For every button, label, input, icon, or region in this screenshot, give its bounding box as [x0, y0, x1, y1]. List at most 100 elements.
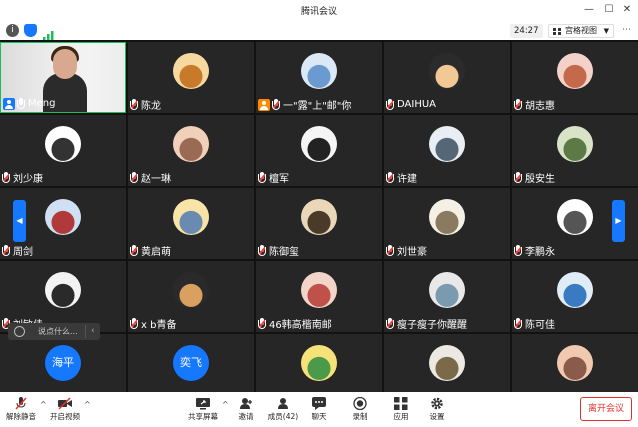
- settings-button[interactable]: 设置: [420, 395, 454, 425]
- participant-name: 许建: [397, 174, 417, 185]
- participant-name: DAIHUA: [397, 99, 436, 110]
- share-screen-icon: [196, 395, 210, 410]
- leave-meeting-button[interactable]: 离开会议: [580, 397, 632, 421]
- view-mode-button[interactable]: 宫格视图 ▼: [548, 24, 614, 38]
- members-button[interactable]: 成员(42): [266, 395, 300, 425]
- participant-label: DAIHUA: [386, 98, 436, 111]
- chat-placeholder: 说点什么...: [38, 327, 78, 336]
- mic-muted-icon: [514, 245, 522, 256]
- participant-label: 陈龙: [130, 98, 161, 112]
- mic-muted-icon: [258, 245, 266, 256]
- participant-tile[interactable]: 刘少康: [0, 115, 126, 186]
- avatar: [557, 272, 593, 308]
- participant-tile[interactable]: 胡志惠: [512, 42, 638, 113]
- close-icon[interactable]: ✕: [620, 3, 634, 17]
- apps-icon: [394, 395, 408, 410]
- participant-name: 46韩高楷南邮: [269, 320, 332, 331]
- participant-tile[interactable]: 一"露"上"邮"你: [256, 42, 382, 113]
- participant-tile[interactable]: x b青备: [128, 261, 254, 332]
- avatar: [45, 199, 81, 235]
- next-page-arrow-icon[interactable]: ▶: [612, 200, 625, 242]
- participant-tile[interactable]: 赵一琳: [128, 115, 254, 186]
- participant-label: 周剑: [2, 244, 33, 258]
- chat-icon: [312, 395, 326, 410]
- unmute-button[interactable]: 解除静音: [4, 395, 38, 425]
- participant-label: 黄启萌: [130, 244, 171, 258]
- avatar: [173, 272, 209, 308]
- participant-tile[interactable]: 陈御玺: [256, 188, 382, 259]
- participant-label: x b青备: [130, 317, 176, 331]
- chevron-down-icon: ▼: [603, 27, 609, 35]
- avatar: [557, 53, 593, 89]
- camera-off-icon: [58, 395, 72, 410]
- info-icon[interactable]: i: [6, 24, 19, 37]
- participant-tile[interactable]: DAIHUA: [384, 42, 510, 113]
- avatar: [301, 345, 337, 381]
- prev-page-arrow-icon[interactable]: ◀: [13, 200, 26, 242]
- mic-muted-icon: [130, 99, 138, 110]
- mic-muted-icon: [258, 318, 266, 329]
- avatar: [173, 126, 209, 162]
- grid-view-icon: [553, 28, 561, 35]
- avatar: [429, 345, 465, 381]
- participant-tile[interactable]: 刘世豪: [384, 188, 510, 259]
- participant-label: 李鹏永: [514, 244, 555, 258]
- avatar: 海平: [45, 345, 81, 381]
- avatar: [301, 199, 337, 235]
- emoji-icon[interactable]: [14, 326, 25, 337]
- participant-label: 刘世豪: [386, 244, 427, 258]
- participant-tile[interactable]: 刘敏佳: [0, 261, 126, 332]
- meeting-window: 腾讯会议 — ☐ ✕ i 24:27 宫格视图 ▼ ⋯ Meng 陈龙 一"露"上"…: [0, 0, 638, 427]
- participant-tile[interactable]: Meng: [0, 42, 126, 113]
- participant-tile[interactable]: 陈可佳: [512, 261, 638, 332]
- avatar: [429, 272, 465, 308]
- participant-name: 瘦子瘦子你醒醒: [397, 320, 467, 331]
- bottom-toolbar: 解除静音 ^ 开启视频 ^ 共享屏幕 ^ 邀请 成员(42) 聊天 录制 应用 …: [0, 392, 638, 427]
- participant-tile[interactable]: 许建: [384, 115, 510, 186]
- invite-button[interactable]: 邀请: [229, 395, 263, 425]
- apps-button[interactable]: 应用: [384, 395, 418, 425]
- mic-muted-icon: [130, 318, 138, 329]
- audio-options-chevron-icon[interactable]: ^: [40, 400, 47, 409]
- mic-muted-icon: [386, 172, 394, 183]
- participant-label: 陈可佳: [514, 317, 555, 331]
- signal-icon[interactable]: [43, 26, 55, 41]
- participant-label: 赵一琳: [130, 171, 171, 185]
- mic-muted-icon: [514, 318, 522, 329]
- members-icon: [276, 395, 290, 409]
- add-user-icon: [239, 395, 253, 409]
- chat-input[interactable]: 说点什么... ‹: [8, 323, 100, 340]
- more-icon[interactable]: ⋯: [622, 25, 631, 35]
- mic-muted-icon: [272, 99, 280, 110]
- mic-muted-icon: [514, 172, 522, 183]
- record-button[interactable]: 录制: [343, 395, 377, 425]
- maximize-icon[interactable]: ☐: [602, 3, 616, 17]
- chat-button[interactable]: 聊天: [302, 395, 336, 425]
- collapse-chevron-icon[interactable]: ‹: [91, 323, 95, 340]
- participant-name: 胡志惠: [525, 101, 555, 112]
- minimize-icon[interactable]: —: [582, 3, 596, 17]
- avatar: [557, 345, 593, 381]
- participant-label: 瘦子瘦子你醒醒: [386, 317, 467, 331]
- participant-tile[interactable]: 46韩高楷南邮: [256, 261, 382, 332]
- mic-icon: [17, 98, 25, 109]
- participant-tile[interactable]: 陈龙: [128, 42, 254, 113]
- participant-tile[interactable]: 黄启萌: [128, 188, 254, 259]
- participant-tile[interactable]: 瘦子瘦子你醒醒: [384, 261, 510, 332]
- shield-icon[interactable]: [24, 24, 37, 37]
- participant-label: 46韩高楷南邮: [258, 317, 332, 331]
- mic-muted-icon: [386, 318, 394, 329]
- participant-label: 一"露"上"邮"你: [258, 98, 351, 112]
- divider: [85, 325, 86, 338]
- video-options-chevron-icon[interactable]: ^: [84, 400, 91, 409]
- participant-label: 胡志惠: [514, 98, 555, 112]
- participant-tile[interactable]: 殷安生: [512, 115, 638, 186]
- share-screen-button[interactable]: 共享屏幕: [186, 395, 220, 425]
- participant-name: 陈龙: [141, 101, 161, 112]
- start-video-button[interactable]: 开启视频: [48, 395, 82, 425]
- participant-tile[interactable]: 檀军: [256, 115, 382, 186]
- host-icon: [258, 98, 270, 111]
- participant-label: 许建: [386, 171, 417, 185]
- share-options-chevron-icon[interactable]: ^: [222, 400, 229, 409]
- participant-name: 殷安生: [525, 174, 555, 185]
